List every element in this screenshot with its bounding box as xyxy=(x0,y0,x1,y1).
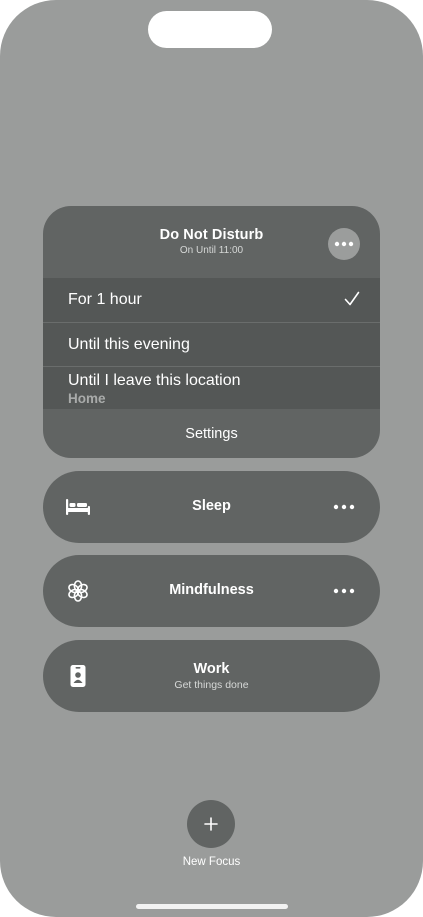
option-until-this-evening[interactable]: Until this evening xyxy=(43,322,380,366)
option-sublabel: Home xyxy=(68,391,106,406)
plus-icon xyxy=(204,817,218,831)
focus-title: Mindfulness xyxy=(169,582,254,598)
dnd-duration-options: For 1 hour Until this evening Until I le… xyxy=(43,278,380,409)
focus-title: Work xyxy=(193,661,230,677)
dnd-more-button[interactable] xyxy=(328,228,360,260)
flower-icon xyxy=(68,580,88,602)
home-indicator[interactable] xyxy=(136,904,288,909)
focus-screen: Do Not Disturb On Until 11:00 For 1 hour… xyxy=(0,0,423,917)
new-focus-button[interactable] xyxy=(187,800,235,848)
checkmark-icon xyxy=(344,291,360,306)
moon-icon xyxy=(70,234,86,251)
focus-work[interactable]: Work Get things done xyxy=(43,640,380,712)
dnd-header[interactable]: Do Not Disturb On Until 11:00 xyxy=(43,206,380,278)
option-label: Until I leave this location xyxy=(68,372,241,389)
dnd-title: Do Not Disturb xyxy=(159,227,264,243)
focus-sleep[interactable]: Sleep xyxy=(43,471,380,543)
focus-title: Sleep xyxy=(192,498,231,514)
dnd-card: Do Not Disturb On Until 11:00 For 1 hour… xyxy=(43,206,380,458)
settings-button[interactable]: Settings xyxy=(43,426,380,442)
dynamic-island xyxy=(148,11,272,48)
option-label: For 1 hour xyxy=(68,291,142,308)
ellipsis-icon xyxy=(334,241,354,247)
focus-mindfulness[interactable]: Mindfulness xyxy=(43,555,380,627)
dnd-subtitle: On Until 11:00 xyxy=(179,245,244,256)
ellipsis-icon[interactable] xyxy=(332,501,356,513)
option-until-leave-location[interactable]: Until I leave this location Home xyxy=(43,366,380,409)
focus-subtitle: Get things done xyxy=(174,679,249,691)
option-label: Until this evening xyxy=(68,336,190,353)
bed-icon xyxy=(66,499,90,515)
new-focus-label: New Focus xyxy=(182,856,241,868)
id-badge-icon xyxy=(70,665,86,687)
ellipsis-icon[interactable] xyxy=(332,585,356,597)
option-for-1-hour[interactable]: For 1 hour xyxy=(43,278,380,322)
